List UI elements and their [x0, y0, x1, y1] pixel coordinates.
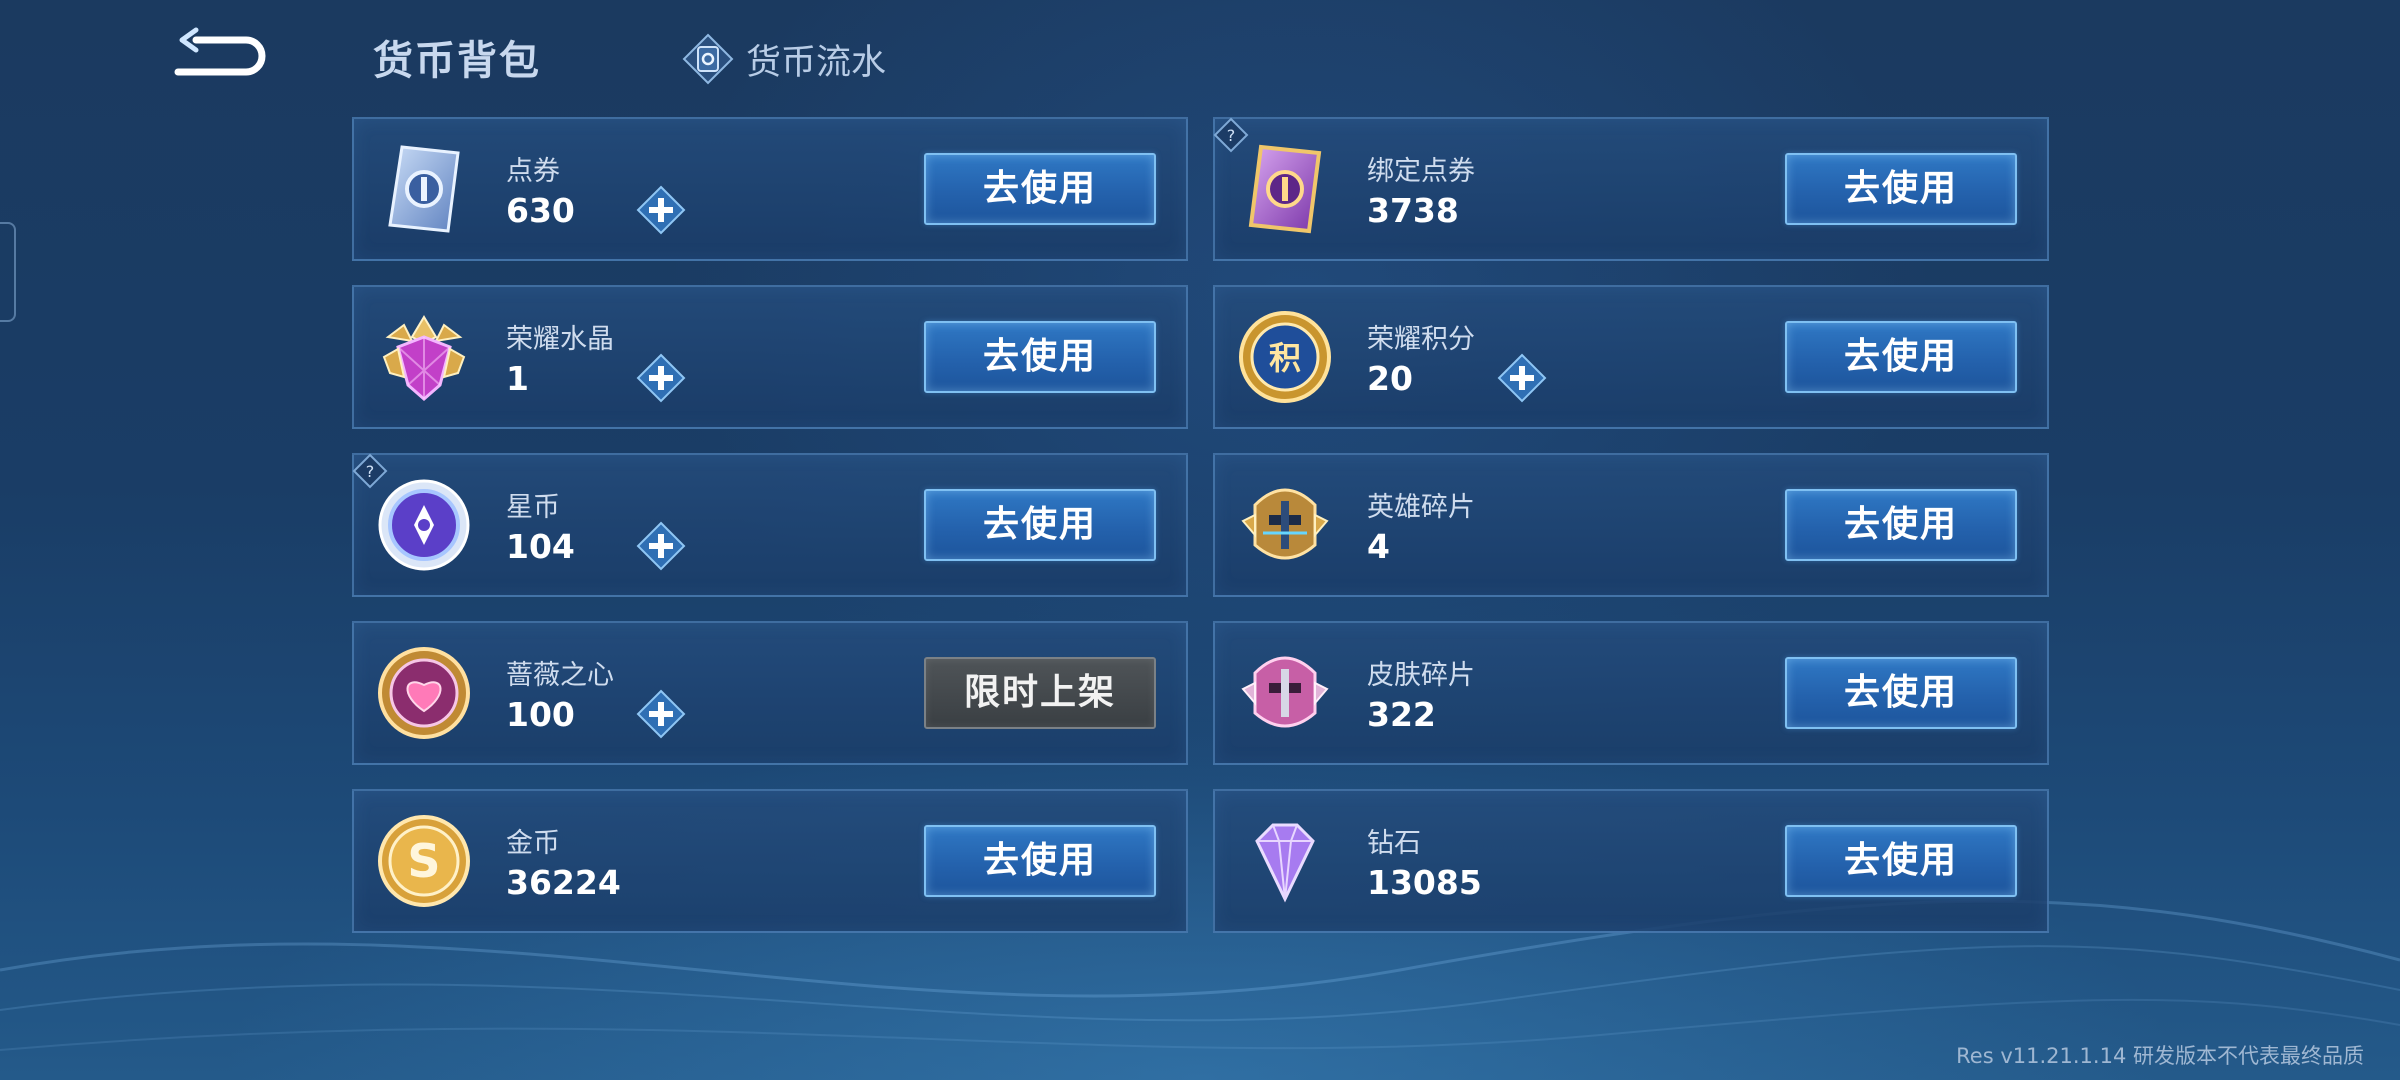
ticket-card-icon: [388, 145, 460, 233]
use-button[interactable]: 去使用: [924, 825, 1156, 897]
currency-card-bound-ticket: ? 绑定点券 3738 去使用: [1213, 117, 2049, 261]
use-button[interactable]: 去使用: [1785, 321, 2017, 393]
currency-amount: 4: [1367, 527, 1390, 566]
svg-text:?: ?: [366, 462, 375, 481]
currency-name: 钻石: [1367, 828, 1421, 859]
currency-amount: 36224: [506, 863, 621, 902]
svg-text:S: S: [407, 834, 440, 888]
back-button[interactable]: [168, 26, 268, 86]
currency-card-diamond: 钻石 13085 去使用: [1213, 789, 2049, 933]
svg-text:积: 积: [1269, 339, 1301, 377]
add-button[interactable]: [1497, 353, 1547, 403]
currency-name: 绑定点券: [1367, 156, 1475, 187]
rose-heart-icon: [378, 647, 470, 739]
page-title: 货币背包: [373, 38, 541, 84]
add-button[interactable]: [636, 353, 686, 403]
back-arrow-icon: [174, 27, 266, 76]
currency-amount: 1: [506, 359, 529, 398]
currency-card-rose-heart: 蔷薇之心 100 限时上架: [352, 621, 1188, 765]
skin-fragment-icon: [1241, 656, 1329, 728]
currency-name: 英雄碎片: [1367, 492, 1475, 523]
currency-card-gold-coin: S 金币 36224 去使用: [352, 789, 1188, 933]
glory-crystal-icon: [382, 315, 466, 401]
currency-name: 皮肤碎片: [1367, 660, 1475, 691]
currency-amount: 13085: [1367, 863, 1482, 902]
use-button[interactable]: 去使用: [1785, 489, 2017, 561]
currency-card-ticket: 点券 630 去使用: [352, 117, 1188, 261]
use-button[interactable]: 去使用: [1785, 825, 2017, 897]
glory-points-icon: 积: [1239, 311, 1331, 403]
ledger-diamond-icon: [682, 33, 734, 85]
use-button[interactable]: 去使用: [924, 321, 1156, 393]
hero-fragment-icon: [1241, 488, 1329, 560]
side-edge-tab[interactable]: [0, 222, 16, 322]
star-coin-icon: [378, 479, 470, 571]
use-button[interactable]: 去使用: [924, 489, 1156, 561]
currency-amount: 322: [1367, 695, 1436, 734]
currency-card-star-coin: ? 星币 104 去使用: [352, 453, 1188, 597]
currency-card-glory-points: 积 荣耀积分 20 去使用: [1213, 285, 2049, 429]
currency-ledger-link[interactable]: 货币流水: [682, 33, 886, 85]
version-text: Res v11.21.1.14 研发版本不代表最终品质: [1956, 1044, 2364, 1068]
currency-name: 荣耀积分: [1367, 324, 1475, 355]
currency-amount: 20: [1367, 359, 1413, 398]
currency-name: 荣耀水晶: [506, 324, 614, 355]
add-button[interactable]: [636, 185, 686, 235]
currency-name: 蔷薇之心: [506, 660, 614, 691]
currency-name: 点券: [506, 156, 560, 187]
currency-card-hero-fragment: 英雄碎片 4 去使用: [1213, 453, 2049, 597]
bound-ticket-card-icon: [1248, 144, 1322, 234]
currency-name: 星币: [506, 492, 560, 523]
ledger-label: 货币流水: [746, 42, 887, 83]
currency-amount: 104: [506, 527, 575, 566]
currency-name: 金币: [506, 828, 560, 859]
currency-amount: 630: [506, 191, 575, 230]
currency-card-glory-crystal: 荣耀水晶 1 去使用: [352, 285, 1188, 429]
use-button[interactable]: 去使用: [1785, 153, 2017, 225]
use-button[interactable]: 去使用: [1785, 657, 2017, 729]
diamond-icon: [1255, 823, 1315, 903]
gold-coin-icon: S: [378, 815, 470, 907]
svg-text:?: ?: [1227, 126, 1236, 145]
use-button[interactable]: 去使用: [924, 153, 1156, 225]
currency-amount: 3738: [1367, 191, 1459, 230]
add-button[interactable]: [636, 689, 686, 739]
currency-card-skin-fragment: 皮肤碎片 322 去使用: [1213, 621, 2049, 765]
currency-amount: 100: [506, 695, 575, 734]
add-button[interactable]: [636, 521, 686, 571]
limited-time-button[interactable]: 限时上架: [924, 657, 1156, 729]
